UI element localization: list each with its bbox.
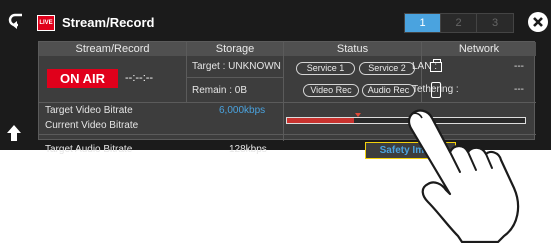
col-header-stream-record: Stream/Record	[39, 42, 186, 56]
divider	[39, 102, 536, 103]
lan-icon	[430, 59, 442, 72]
col-header-status: Status	[284, 42, 421, 56]
back-arrow-icon[interactable]	[6, 12, 26, 30]
current-bitrate-fill	[287, 118, 354, 123]
divider	[187, 77, 283, 78]
col-header-network: Network	[422, 42, 536, 56]
target-video-bitrate-label: Target Video Bitrate	[45, 105, 133, 116]
divider	[283, 42, 284, 141]
video-rec-status: Video Rec	[303, 84, 359, 97]
on-air-indicator: ON AIR	[47, 69, 118, 88]
target-video-bitrate-value[interactable]: 6,000kbps	[219, 105, 265, 116]
col-header-storage: Storage	[187, 42, 283, 56]
target-audio-bitrate-label: Target Audio Bitrate	[45, 144, 133, 155]
service-1-status: Service 1	[296, 62, 355, 75]
up-arrow-icon[interactable]	[6, 124, 22, 142]
target-bitrate-marker	[355, 113, 361, 117]
target-audio-bitrate-value: 128kbps	[229, 144, 267, 155]
scene-tabs: 1 2 3	[404, 13, 514, 33]
tab-3[interactable]: 3	[477, 14, 513, 32]
tethering-value: ---	[514, 84, 524, 95]
tab-2[interactable]: 2	[441, 14, 477, 32]
storage-target: Target : UNKNOWN	[192, 61, 281, 72]
divider	[186, 42, 187, 102]
current-video-bitrate-label: Current Video Bitrate	[45, 120, 139, 131]
hand-pointer-icon	[407, 109, 520, 243]
lan-value: ---	[514, 61, 524, 72]
storage-remain: Remain : 0B	[192, 85, 248, 96]
live-icon: LIVE	[37, 15, 55, 31]
elapsed-time: --:--:--	[125, 72, 154, 84]
phone-icon	[431, 82, 441, 98]
tab-1[interactable]: 1	[405, 14, 441, 32]
page-title: Stream/Record	[62, 15, 155, 30]
close-icon[interactable]	[527, 11, 549, 33]
service-2-status: Service 2	[359, 62, 415, 75]
audio-rec-status: Audio Rec	[362, 84, 415, 97]
